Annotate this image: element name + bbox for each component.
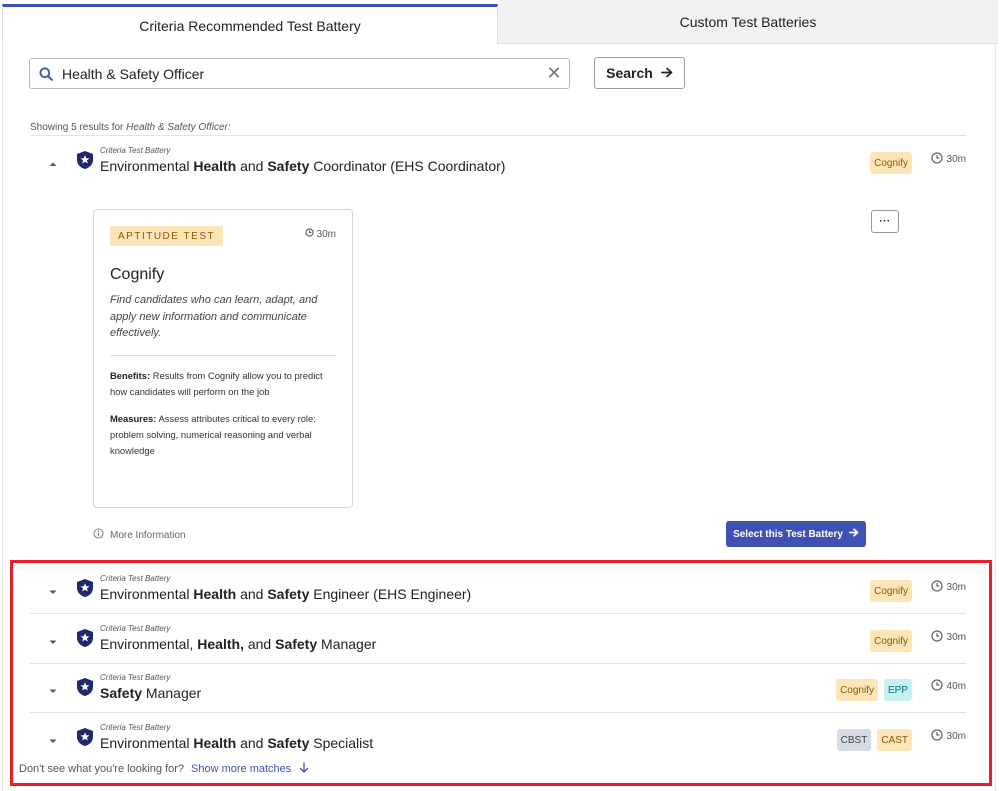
card-divider [110, 355, 336, 356]
clear-search-icon[interactable]: ✕ [539, 59, 569, 88]
test-badges: Cognify [870, 152, 912, 174]
search-button-label: Search [606, 65, 653, 81]
caret-up-icon[interactable] [48, 156, 58, 166]
test-duration-value: 30m [316, 228, 336, 240]
search-button[interactable]: Search [594, 57, 685, 89]
battery-kicker: Criteria Test Battery [100, 146, 171, 155]
more-options-button[interactable]: ··· [871, 210, 899, 233]
search-box: ✕ [29, 58, 570, 89]
battery-title-part: Health [193, 158, 237, 174]
battery-title[interactable]: Environmental Health and Safety Coordina… [100, 158, 505, 174]
info-icon [93, 528, 104, 542]
tab-bar: Criteria Recommended Test Battery Custom… [0, 0, 1000, 45]
battery-title-part: Environmental [100, 158, 194, 174]
results-summary: Showing 5 results for Health & Safety Of… [30, 122, 231, 133]
clock-icon [304, 228, 314, 240]
battery-duration-value: 30m [946, 154, 966, 165]
footer-prompt: Don't see what you're looking for? [19, 763, 185, 775]
more-information-label: More Information [110, 529, 186, 541]
test-card-cognify: APTITUDE TEST 30m Cognify Find candidate… [93, 209, 353, 508]
results-query: Health & Safety Officer: [126, 122, 231, 133]
show-more-matches-link[interactable]: Show more matches [191, 762, 309, 776]
search-input[interactable] [62, 60, 539, 87]
test-badge: Cognify [870, 152, 912, 174]
test-type-badge: APTITUDE TEST [110, 226, 224, 246]
arrow-right-icon [660, 65, 673, 81]
battery-duration: 30m [930, 152, 966, 167]
select-test-battery-button[interactable]: Select this Test Battery [726, 521, 866, 547]
highlight-box [10, 560, 992, 786]
test-description: Find candidates who can learn, adapt, an… [110, 294, 318, 339]
more-information-link[interactable]: More Information [93, 528, 186, 542]
arrow-down-icon [299, 762, 309, 776]
tab-custom-test-batteries[interactable]: Custom Test Batteries [498, 0, 998, 44]
battery-title-part: Safety [267, 158, 310, 174]
show-more-footer: Don't see what you're looking for? Show … [19, 762, 309, 776]
test-battery-row[interactable]: Criteria Test Battery Environmental Healt… [30, 136, 966, 184]
battery-title-part: and [236, 158, 268, 174]
shield-star-icon [76, 150, 94, 170]
test-duration: 30m [304, 228, 336, 240]
show-more-matches-label: Show more matches [191, 763, 292, 775]
search-icon [30, 59, 62, 88]
battery-title-part: Coordinator (EHS Coordinator) [309, 158, 506, 174]
arrow-right-icon [849, 528, 859, 540]
tab-criteria-recommended[interactable]: Criteria Recommended Test Battery [2, 4, 498, 45]
measures-label: Measures: [110, 413, 157, 424]
test-benefits: Benefits: Results from Cognify allow you… [110, 368, 338, 400]
test-title: Cognify [110, 266, 165, 283]
clock-icon [930, 152, 943, 167]
results-count-text: Showing 5 results for [30, 122, 127, 133]
test-measures: Measures: Assess attributes critical to … [110, 411, 338, 459]
benefits-label: Benefits: [110, 370, 151, 381]
select-test-battery-label: Select this Test Battery [733, 528, 843, 540]
